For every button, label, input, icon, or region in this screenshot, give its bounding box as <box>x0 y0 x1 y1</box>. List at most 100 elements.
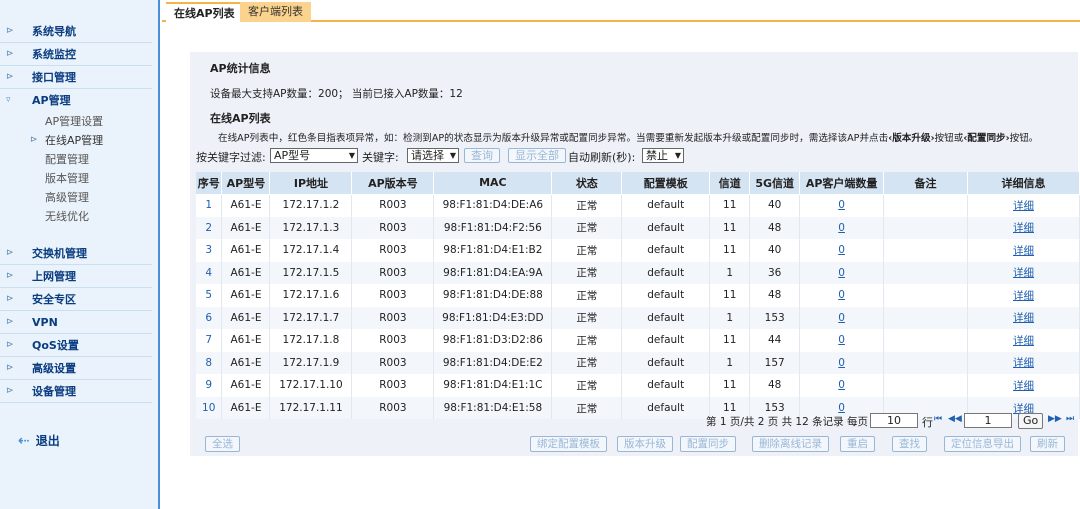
client-count-link[interactable]: 0 <box>838 334 845 346</box>
sidebar-subitem-config[interactable]: 配置管理 <box>0 150 158 169</box>
cell-template: default <box>621 306 711 329</box>
cell-detail: 详细 <box>967 238 1080 262</box>
sidebar-item-internet[interactable]: ⊳ 上网管理 <box>0 265 152 288</box>
col-header-channel[interactable]: 信道 <box>709 172 751 194</box>
auto-refresh-select[interactable]: 禁止 ▼ <box>642 148 684 163</box>
bind-template-button[interactable]: 绑定配置模板 <box>530 436 607 452</box>
table-row[interactable]: 3 A61-E 172.17.1.4 R003 98:F1:81:D4:E1:B2 正常 d… <box>196 238 1080 262</box>
sync-button[interactable]: 配置同步 <box>680 436 736 452</box>
keyword-select[interactable]: 请选择 ▼ <box>407 148 459 163</box>
cell-model: A61-E <box>221 261 271 284</box>
cell-version: R003 <box>351 216 435 239</box>
last-page-icon[interactable]: ⏭ <box>1066 414 1074 424</box>
refresh-button[interactable]: 刷新 <box>1030 436 1065 452</box>
chevron-down-icon: ▼ <box>674 151 681 160</box>
client-count-link[interactable]: 0 <box>838 289 845 301</box>
client-count-link[interactable]: 0 <box>838 357 845 369</box>
cell-5g-channel: 48 <box>749 373 801 397</box>
table-row[interactable]: 4 A61-E 172.17.1.5 R003 98:F1:81:D4:EA:9A 正常 d… <box>196 261 1080 284</box>
tab-client-list[interactable]: 客户端列表 <box>240 2 311 22</box>
table-row[interactable]: 7 A61-E 172.17.1.8 R003 98:F1:81:D3:D2:86 正常 d… <box>196 328 1080 352</box>
client-count-link[interactable]: 0 <box>838 199 845 211</box>
client-count-link[interactable]: 0 <box>838 267 845 279</box>
table-row[interactable]: 5 A61-E 172.17.1.6 R003 98:F1:81:D4:DE:88 正常 d… <box>196 283 1080 307</box>
sidebar-item-system-monitor[interactable]: ⊳ 系统监控 <box>0 43 152 66</box>
detail-link[interactable]: 详细 <box>1013 290 1034 302</box>
sidebar-subitem-version[interactable]: 版本管理 <box>0 169 158 188</box>
cell-version: R003 <box>351 283 435 307</box>
sidebar-item-vpn[interactable]: ⊳ VPN <box>0 311 152 334</box>
client-count-link[interactable]: 0 <box>838 244 845 256</box>
show-all-button[interactable]: 显示全部 <box>508 148 566 163</box>
client-count-link[interactable]: 0 <box>838 379 845 391</box>
cell-detail: 详细 <box>967 193 1080 217</box>
select-all-button[interactable]: 全选 <box>205 436 240 452</box>
col-header-detail[interactable]: 详细信息 <box>967 172 1080 194</box>
cell-channel: 1 <box>709 261 751 284</box>
logout-button[interactable]: ⇠ 退出 <box>18 432 60 449</box>
col-header-5g-channel[interactable]: 5G信道 <box>749 172 801 194</box>
next-page-icon[interactable]: ▶▶ <box>1048 414 1062 424</box>
cell-version: R003 <box>351 306 435 329</box>
col-header-template[interactable]: 配置模板 <box>621 172 711 194</box>
client-count-link[interactable]: 0 <box>838 402 845 414</box>
col-header-remark[interactable]: 备注 <box>883 172 968 194</box>
detail-link[interactable]: 详细 <box>1013 312 1034 324</box>
tab-bar: 在线AP列表 客户端列表 <box>162 0 1080 22</box>
cell-channel: 1 <box>709 351 751 374</box>
sidebar-item-ap-management[interactable]: ▿ AP管理 <box>0 89 152 112</box>
cell-ip: 172.17.1.3 <box>269 216 353 239</box>
sidebar-subitem-online-ap[interactable]: ⊳ 在线AP管理 <box>0 131 158 150</box>
tab-online-ap[interactable]: 在线AP列表 <box>166 2 243 22</box>
table-row[interactable]: 1 A61-E 172.17.1.2 R003 98:F1:81:D4:DE:A6 正常 d… <box>196 193 1080 217</box>
sidebar-item-switch[interactable]: ⊳ 交换机管理 <box>0 242 152 265</box>
sidebar-subitem-wireless-opt[interactable]: 无线优化 <box>0 207 158 226</box>
table-row[interactable]: 6 A61-E 172.17.1.7 R003 98:F1:81:D4:E3:DD 正常 d… <box>196 306 1080 329</box>
table-row[interactable]: 2 A61-E 172.17.1.3 R003 98:F1:81:D4:F2:56 正常 d… <box>196 216 1080 239</box>
prev-page-icon[interactable]: ◀◀ <box>948 414 962 424</box>
col-header-model[interactable]: AP型号 <box>221 172 271 194</box>
detail-link[interactable]: 详细 <box>1013 380 1034 392</box>
detail-link[interactable]: 详细 <box>1013 200 1034 212</box>
sidebar-item-system-nav[interactable]: ⊳ 系统导航 <box>0 20 152 43</box>
sidebar-subitem-ap-settings[interactable]: AP管理设置 <box>0 112 158 131</box>
find-button[interactable]: 查找 <box>892 436 927 452</box>
detail-link[interactable]: 详细 <box>1013 222 1034 234</box>
sidebar-item-security[interactable]: ⊳ 安全专区 <box>0 288 152 311</box>
chevron-down-icon: ▼ <box>348 151 355 160</box>
col-header-ip[interactable]: IP地址 <box>269 172 353 194</box>
sidebar-item-advanced-settings[interactable]: ⊳ 高级设置 <box>0 357 152 380</box>
table-row[interactable]: 9 A61-E 172.17.1.10 R003 98:F1:81:D4:E1:1C 正常… <box>196 373 1080 397</box>
sidebar-subitem-advanced[interactable]: 高级管理 <box>0 188 158 207</box>
client-count-link[interactable]: 0 <box>838 222 845 234</box>
cell-template: default <box>621 373 711 397</box>
filter-field-select[interactable]: AP型号 ▼ <box>270 148 358 163</box>
table-row[interactable]: 8 A61-E 172.17.1.9 R003 98:F1:81:D4:DE:E2 正常 d… <box>196 351 1080 374</box>
upgrade-button[interactable]: 版本升级 <box>617 436 673 452</box>
detail-link[interactable]: 详细 <box>1013 267 1034 279</box>
export-location-button[interactable]: 定位信息导出 <box>944 436 1021 452</box>
delete-offline-button[interactable]: 删除离线记录 <box>752 436 829 452</box>
chevron-right-icon: ⊳ <box>6 294 14 304</box>
page-number-input[interactable]: 1 <box>964 413 1012 428</box>
client-count-link[interactable]: 0 <box>838 312 845 324</box>
sidebar-item-device[interactable]: ⊳ 设备管理 <box>0 380 152 403</box>
detail-link[interactable]: 详细 <box>1013 335 1034 347</box>
query-button[interactable]: 查询 <box>464 148 500 163</box>
cell-status: 正常 <box>551 351 623 374</box>
restart-button[interactable]: 重启 <box>840 436 875 452</box>
go-button[interactable]: Go <box>1018 413 1044 429</box>
col-header-status[interactable]: 状态 <box>551 172 623 194</box>
col-header-version[interactable]: AP版本号 <box>351 172 435 194</box>
col-header-index[interactable]: 序号 <box>196 172 223 194</box>
table-row[interactable]: 10 A61-E 172.17.1.11 R003 98:F1:81:D4:E1:58 正… <box>196 396 1080 419</box>
first-page-icon[interactable]: ⏮ <box>934 414 942 424</box>
cell-model: A61-E <box>221 238 271 262</box>
per-page-input[interactable]: 10 <box>870 413 918 428</box>
col-header-mac[interactable]: MAC <box>433 172 553 194</box>
detail-link[interactable]: 详细 <box>1013 357 1034 369</box>
detail-link[interactable]: 详细 <box>1013 245 1034 257</box>
sidebar-item-qos[interactable]: ⊳ QoS设置 <box>0 334 152 357</box>
sidebar-item-interface[interactable]: ⊳ 接口管理 <box>0 66 152 89</box>
col-header-client-count[interactable]: AP客户端数量 <box>799 172 885 194</box>
